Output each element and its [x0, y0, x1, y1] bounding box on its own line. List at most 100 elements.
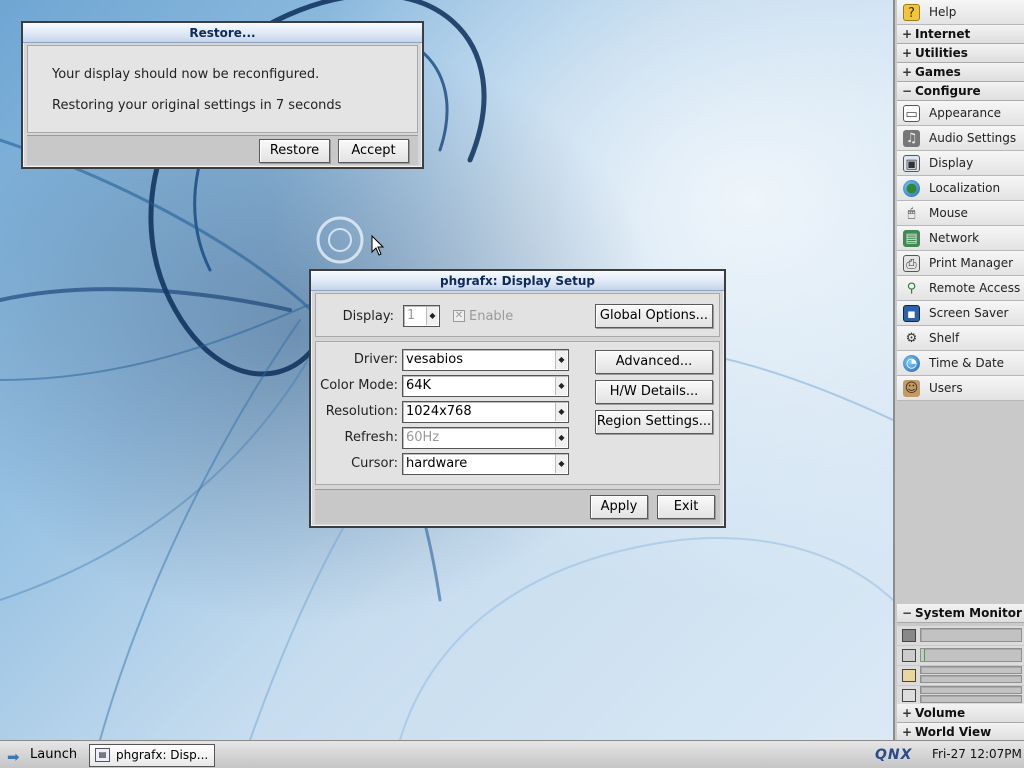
clock-globe-icon: ◔ — [903, 355, 920, 372]
taskbar: ➡ Launch ▤ phgrafx: Disp... QNX Fri-27 1… — [0, 740, 1024, 768]
dropdown-arrow-icon: ◆ — [555, 455, 567, 473]
shelf-item-time-date[interactable]: ◔ Time & Date — [897, 351, 1024, 376]
shelf-item-users[interactable]: ☺ Users — [897, 376, 1024, 401]
dropdown-arrow-icon: ◆ — [555, 429, 567, 447]
driver-label: Driver: — [353, 352, 398, 367]
driver-value: vesabios — [406, 352, 464, 367]
collapse-icon: − — [902, 606, 913, 620]
shelf-item-label: Print Manager — [929, 256, 1014, 270]
window-icon: ▤ — [95, 748, 110, 762]
shelf-group-utilities[interactable]: + Utilities — [897, 44, 1024, 63]
shelf-item-remote-access[interactable]: ⚲ Remote Access — [897, 276, 1024, 301]
reconfigured-message: Your display should now be reconfigured. — [52, 67, 320, 82]
monitor-row-cpu — [897, 626, 1024, 645]
restore-dialog-footer: Restore Accept — [27, 135, 418, 165]
expand-icon: + — [902, 65, 913, 79]
display-number-select[interactable]: 1 ◆ — [403, 305, 440, 327]
shelf-icon: ⚙ — [905, 331, 918, 346]
expand-icon: + — [902, 725, 913, 739]
accept-button[interactable]: Accept — [338, 139, 409, 163]
cursor-select[interactable]: hardware ◆ — [402, 453, 569, 475]
shelf-item-localization[interactable]: ● Localization — [897, 176, 1024, 201]
mouse-icon: 🖱 — [907, 206, 916, 221]
disk-usage-bar-2 — [920, 675, 1022, 683]
shelf-help-label: Help — [929, 5, 957, 19]
shelf-item-help[interactable]: ? Help — [897, 0, 1024, 25]
taskbar-item-phgrafx[interactable]: ▤ phgrafx: Disp... — [89, 744, 215, 767]
shelf-group-configure[interactable]: − Configure — [897, 82, 1024, 101]
shelf-item-label: Appearance — [929, 106, 1002, 120]
shelf-item-label: Network — [929, 231, 980, 245]
shelf-item-audio-settings[interactable]: ♫ Audio Settings — [897, 126, 1024, 151]
region-settings-button[interactable]: Region Settings... — [595, 410, 713, 434]
shelf-utilities-label: Utilities — [915, 46, 968, 60]
shelf-item-label: Time & Date — [929, 356, 1005, 370]
printer-icon: ⎙ — [903, 255, 920, 272]
exit-button[interactable]: Exit — [657, 495, 715, 519]
shelf-configure-label: Configure — [915, 84, 981, 98]
countdown-message: Restoring your original settings in 7 se… — [52, 98, 342, 113]
restore-dialog-body: Your display should now be reconfigured.… — [27, 45, 418, 133]
dropdown-arrow-icon: ◆ — [555, 377, 567, 395]
disk-usage-bar — [920, 666, 1022, 674]
expand-icon: + — [902, 706, 913, 720]
display-setup-footer: Apply Exit — [315, 489, 720, 524]
network-usage-bar — [920, 686, 1022, 694]
apply-button[interactable]: Apply — [590, 495, 648, 519]
global-options-button[interactable]: Global Options... — [595, 304, 713, 328]
restore-dialog-title[interactable]: Restore... — [23, 23, 422, 43]
remote-access-icon: ⚲ — [906, 281, 917, 296]
shelf-item-label: Display — [929, 156, 974, 170]
shelf-world-view-label: World View — [915, 725, 992, 739]
resolution-value: 1024x768 — [406, 404, 472, 419]
refresh-value: 60Hz — [406, 430, 440, 445]
display-settings-panel: Driver: vesabios ◆ Color Mode: 64K ◆ Res… — [315, 341, 720, 485]
shelf-group-volume[interactable]: + Volume — [897, 704, 1024, 723]
dropdown-arrow-icon: ◆ — [426, 307, 438, 325]
shelf-group-games[interactable]: + Games — [897, 63, 1024, 82]
shelf-item-label: Users — [929, 381, 963, 395]
dropdown-arrow-icon: ◆ — [555, 351, 567, 369]
advanced-button[interactable]: Advanced... — [595, 350, 713, 374]
qnx-logo[interactable]: QNX — [875, 746, 927, 764]
restore-button[interactable]: Restore — [259, 139, 330, 163]
refresh-select[interactable]: 60Hz ◆ — [402, 427, 569, 449]
color-mode-value: 64K — [406, 378, 432, 393]
shelf-item-screen-saver[interactable]: ▪ Screen Saver — [897, 301, 1024, 326]
shelf-item-shelf[interactable]: ⚙ Shelf — [897, 326, 1024, 351]
dropdown-arrow-icon: ◆ — [555, 403, 567, 421]
audio-icon: ♫ — [903, 130, 920, 147]
refresh-label: Refresh: — [344, 430, 398, 445]
shelf-games-label: Games — [915, 65, 961, 79]
driver-select[interactable]: vesabios ◆ — [402, 349, 569, 371]
memory-icon — [902, 649, 916, 662]
shelf-group-system-monitor[interactable]: − System Monitor — [897, 604, 1024, 623]
display-setup-window: phgrafx: Display Setup Display: 1 ◆ ✕ En… — [309, 269, 726, 528]
resolution-select[interactable]: 1024x768 ◆ — [402, 401, 569, 423]
launch-label: Launch — [30, 747, 78, 762]
color-mode-label: Color Mode: — [320, 378, 398, 393]
shelf-group-internet[interactable]: + Internet — [897, 25, 1024, 44]
shelf-item-mouse[interactable]: 🖱 Mouse — [897, 201, 1024, 226]
clock[interactable]: Fri-27 12:07PM — [932, 747, 1022, 761]
cursor-label: Cursor: — [351, 456, 398, 471]
enable-checkbox[interactable]: ✕ — [453, 310, 465, 322]
shelf-volume-label: Volume — [915, 706, 966, 720]
shelf-item-network[interactable]: ▤ Network — [897, 226, 1024, 251]
taskbar-item-label: phgrafx: Disp... — [116, 748, 209, 762]
shelf-item-print-manager[interactable]: ⎙ Print Manager — [897, 251, 1024, 276]
memory-usage-fill — [921, 649, 925, 661]
memory-usage-bar — [920, 648, 1022, 662]
hw-details-button[interactable]: H/W Details... — [595, 380, 713, 404]
display-setup-title[interactable]: phgrafx: Display Setup — [311, 271, 724, 291]
shelf-item-appearance[interactable]: ▭ Appearance — [897, 101, 1024, 126]
cpu-icon — [902, 629, 916, 642]
users-icon: ☺ — [903, 380, 920, 397]
launch-button[interactable]: ➡ Launch — [2, 744, 84, 767]
restore-dialog: Restore... Your display should now be re… — [21, 21, 424, 169]
shelf-item-display[interactable]: ▣ Display — [897, 151, 1024, 176]
monitor-row-disk — [897, 666, 1024, 685]
right-shelf: ? Help + Internet + Utilities + Games − Conf… — [893, 0, 1024, 742]
color-mode-select[interactable]: 64K ◆ — [402, 375, 569, 397]
display-icon: ▣ — [903, 155, 920, 172]
